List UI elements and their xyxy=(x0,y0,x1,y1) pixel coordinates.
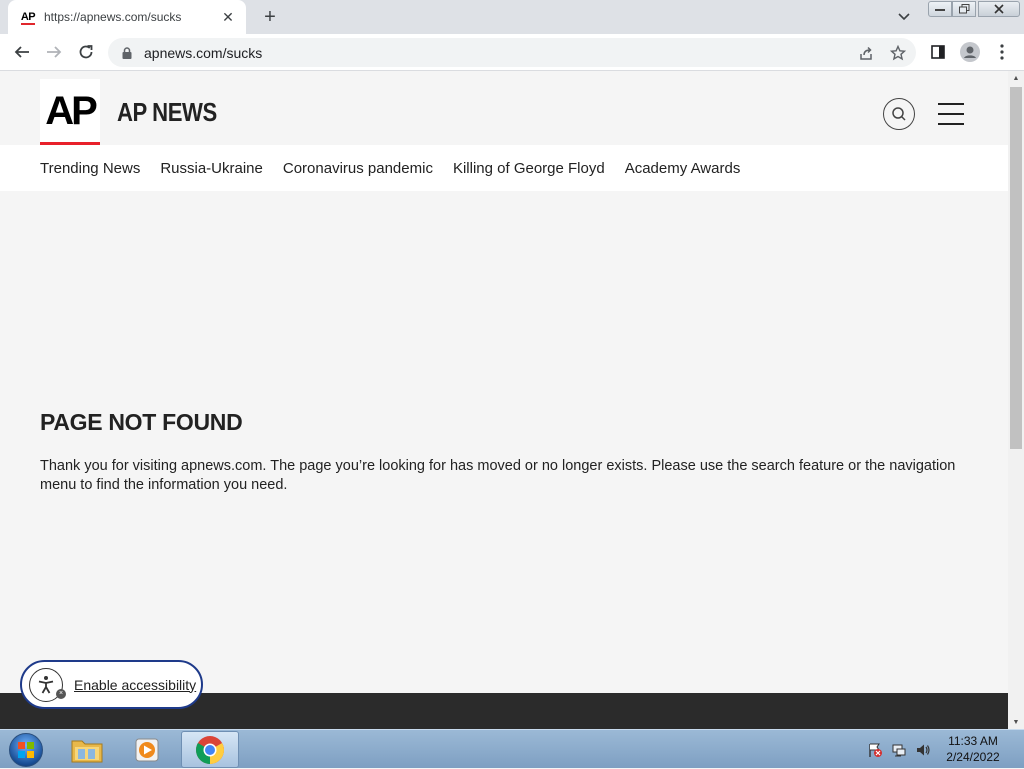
window-minimize-button[interactable] xyxy=(928,1,952,17)
nav-link-george-floyd[interactable]: Killing of George Floyd xyxy=(453,160,605,177)
clock-time: 11:33 AM xyxy=(948,734,998,748)
tab-close-icon[interactable]: ✕ xyxy=(220,9,236,25)
tab-search-chevron-icon[interactable] xyxy=(894,7,914,27)
nav-link-trending-news[interactable]: Trending News xyxy=(40,160,140,177)
window-close-button[interactable] xyxy=(978,1,1020,17)
forward-arrow-icon[interactable] xyxy=(42,40,66,64)
address-bar[interactable]: apnews.com/sucks xyxy=(108,38,916,67)
start-button[interactable] xyxy=(6,731,46,769)
taskbar-clock[interactable]: 11:33 AM 2/24/2022 xyxy=(936,733,1010,765)
ap-favicon-icon: AP xyxy=(20,11,36,25)
enable-accessibility-label[interactable]: Enable accessibility xyxy=(74,677,196,693)
action-center-flag-icon[interactable] xyxy=(864,730,886,769)
profile-avatar-icon[interactable] xyxy=(958,40,982,64)
page-not-found-message: Thank you for visiting apnews.com. The p… xyxy=(40,458,956,493)
nav-link-coronavirus[interactable]: Coronavirus pandemic xyxy=(283,160,433,177)
chrome-icon xyxy=(196,735,224,764)
window-restore-button[interactable] xyxy=(952,1,976,17)
reload-icon[interactable] xyxy=(74,40,98,64)
clock-date: 2/24/2022 xyxy=(946,750,1000,764)
page-not-found-title: PAGE NOT FOUND xyxy=(40,409,243,435)
ap-logo-text: AP xyxy=(45,88,98,133)
folder-icon xyxy=(71,740,103,762)
search-icon xyxy=(892,107,906,121)
browser-tab[interactable]: AP https://apnews.com/sucks ✕ xyxy=(8,0,246,34)
taskbar-chrome[interactable] xyxy=(181,731,239,768)
ap-logo[interactable]: AP xyxy=(40,79,100,149)
search-button[interactable] xyxy=(883,98,915,130)
scrollbar-thumb[interactable] xyxy=(1010,87,1022,449)
url-text[interactable]: apnews.com/sucks xyxy=(144,45,262,61)
accessibility-icon: × xyxy=(29,667,66,702)
windows-taskbar: 11:33 AM 2/24/2022 xyxy=(0,729,1024,768)
browser-menu-icon[interactable] xyxy=(990,40,1014,64)
page-scrollbar[interactable]: ▲ ▼ xyxy=(1008,71,1024,729)
accessibility-badge-icon: × xyxy=(56,688,66,699)
web-page: AP AP NEWS Trending News Russia-Ukraine … xyxy=(0,71,1008,729)
taskbar-file-explorer[interactable] xyxy=(58,731,116,768)
new-tab-button[interactable]: + xyxy=(258,5,282,29)
volume-icon[interactable] xyxy=(912,730,934,769)
side-panel-icon[interactable] xyxy=(926,40,950,64)
site-title[interactable]: AP NEWS xyxy=(117,97,217,128)
lock-icon[interactable] xyxy=(120,46,134,60)
browser-tab-strip: AP https://apnews.com/sucks ✕ + xyxy=(0,0,1024,34)
nav-link-academy-awards[interactable]: Academy Awards xyxy=(625,160,741,177)
scroll-up-arrow-icon[interactable]: ▲ xyxy=(1008,71,1024,85)
media-player-icon xyxy=(135,738,159,761)
bookmark-star-icon[interactable] xyxy=(886,38,910,67)
enable-accessibility-button[interactable]: × Enable accessibility xyxy=(20,660,203,709)
share-icon[interactable] xyxy=(854,38,878,67)
taskbar-media-player[interactable] xyxy=(118,731,176,768)
windows-logo-icon xyxy=(9,733,43,767)
browser-toolbar: apnews.com/sucks xyxy=(0,34,1024,71)
back-arrow-icon[interactable] xyxy=(10,40,34,64)
network-icon[interactable] xyxy=(888,730,910,769)
hamburger-menu-icon[interactable] xyxy=(938,103,964,125)
nav-link-russia-ukraine[interactable]: Russia-Ukraine xyxy=(160,160,263,177)
tab-title: https://apnews.com/sucks xyxy=(44,10,182,24)
section-navbar: Trending News Russia-Ukraine Coronavirus… xyxy=(0,145,1008,191)
scroll-down-arrow-icon[interactable]: ▼ xyxy=(1008,715,1024,729)
